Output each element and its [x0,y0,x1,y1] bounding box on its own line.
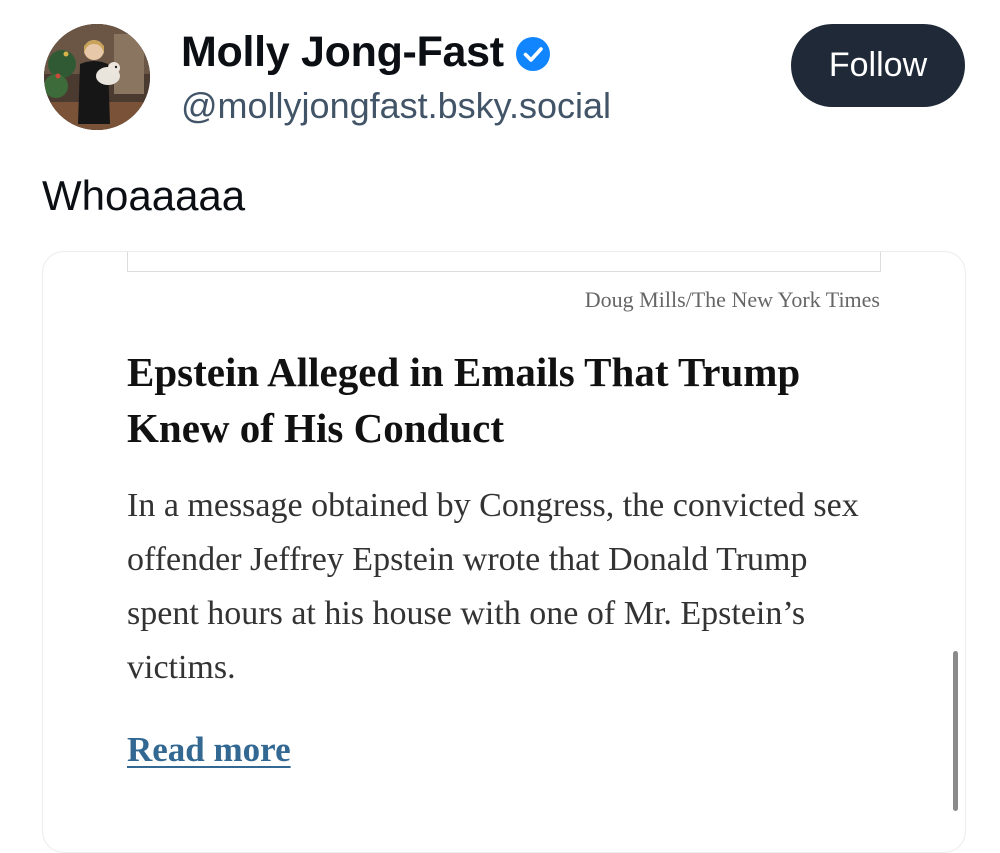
article-headline[interactable]: Epstein Alleged in Emails That Trump Kne… [127,344,887,456]
read-more-link[interactable]: Read more [127,730,291,770]
scrollbar[interactable] [953,651,958,811]
author-handle[interactable]: @mollyjongfast.bsky.social [181,83,611,129]
photo-credit: Doug Mills/The New York Times [584,287,880,312]
verified-badge-icon[interactable] [514,33,552,71]
article-summary: In a message obtained by Congress, the c… [127,487,859,686]
display-name-text: Molly Jong-Fast [181,28,504,76]
article-image-frame [127,252,881,272]
author-avatar[interactable] [44,24,150,130]
profile-photo-icon [44,24,150,130]
post-text: Whoaaaaa [42,172,246,219]
follow-button[interactable]: Follow [791,24,965,107]
author-display-name[interactable]: Molly Jong-Fast [181,26,552,78]
link-preview-card[interactable]: Doug Mills/The New York Times Epstein Al… [42,251,966,853]
